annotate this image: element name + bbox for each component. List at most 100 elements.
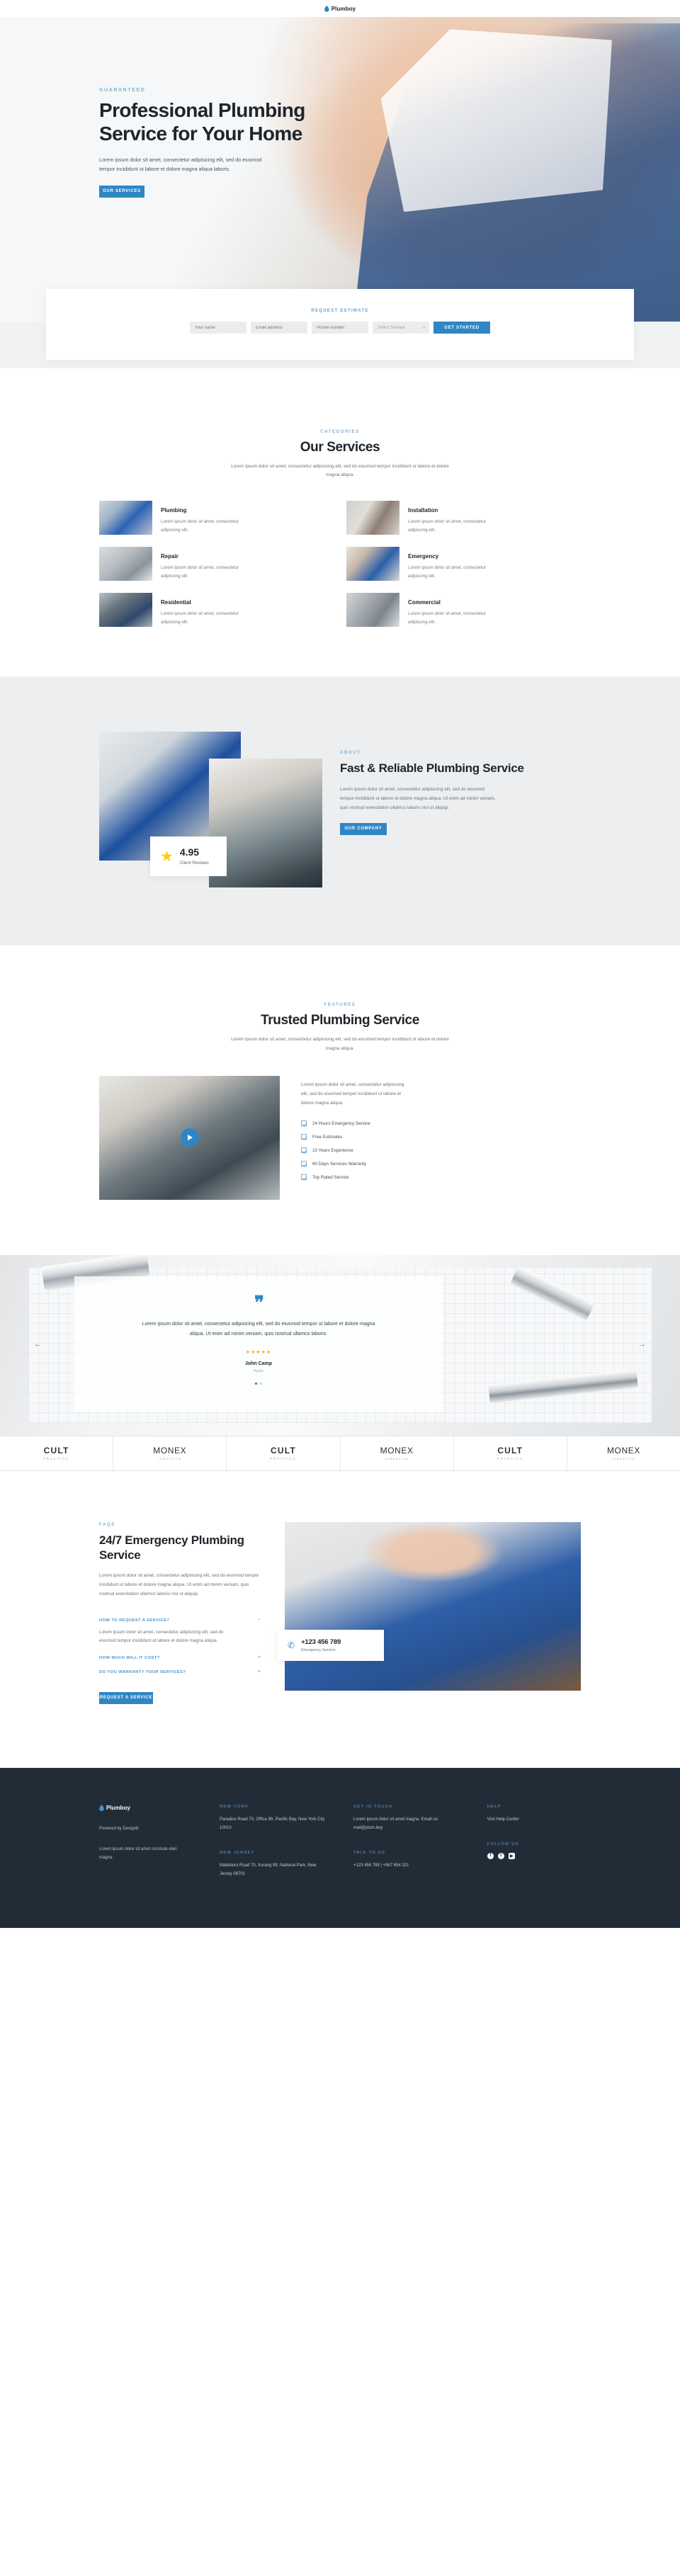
service-title: Residential	[161, 599, 191, 606]
partner-logo-tagline: industria	[611, 1457, 636, 1461]
partner-logo-tagline: industria	[157, 1457, 182, 1461]
carousel-dot[interactable]	[260, 1383, 262, 1385]
youtube-icon[interactable]: ▶	[508, 1852, 515, 1859]
about-media: ★ 4.95 Client Reviews	[99, 732, 322, 888]
hero-cta-button[interactable]: OUR SERVICES	[99, 185, 144, 198]
service-card[interactable]: Installation Lorem ipsum dolor sit amet,…	[346, 501, 581, 535]
partner-logo-name: CULT	[497, 1446, 523, 1456]
about-section: ★ 4.95 Client Reviews ABOUT Fast & Relia…	[0, 676, 680, 946]
email-input[interactable]	[251, 322, 307, 334]
carousel-dot[interactable]	[255, 1383, 257, 1385]
services-title: Our Services	[300, 440, 380, 455]
service-image	[346, 501, 400, 535]
footer-email-text: Lorem ipsum dolor sit amet magna. Email …	[353, 1817, 439, 1830]
faq-eyebrow: FAQS	[99, 1521, 115, 1527]
partner-logo-name: MONEX	[606, 1446, 640, 1456]
service-card[interactable]: Residential Lorem ipsum dolor sit amet, …	[99, 593, 334, 628]
name-input[interactable]	[190, 322, 246, 334]
footer-heading-new-york: NEW YORK	[220, 1804, 249, 1809]
faq-item: DO YOU WARRANTY YOUR SERVICES? +	[99, 1665, 261, 1679]
our-company-button[interactable]: OUR COMPANY	[340, 822, 387, 835]
service-select[interactable]: Select Service ▾	[373, 322, 429, 334]
faq-question-row[interactable]: DO YOU WARRANTY YOUR SERVICES? +	[99, 1669, 261, 1674]
feature-video-thumbnail[interactable]	[99, 1075, 280, 1200]
feature-label: 60 Days Services Warranty	[312, 1161, 367, 1167]
services-section: CATEGORIES Our Services Lorem ipsum dolo…	[0, 368, 680, 677]
testimonial-next-arrow[interactable]: →	[638, 1340, 646, 1349]
play-icon[interactable]	[180, 1128, 199, 1147]
check-icon	[301, 1147, 307, 1154]
footer-contact-column: GET IN TOUCH Lorem ipsum dolor sit amet …	[353, 1805, 487, 1878]
partner-logo: MONEX industria	[341, 1436, 454, 1470]
features-subtitle: Lorem ipsum dolor sit amet, consectetur …	[231, 1037, 449, 1051]
footer-logo[interactable]: Plumboy	[99, 1804, 220, 1811]
service-select-value: Select Service	[378, 325, 405, 330]
service-text: Lorem ipsum dolor sit amet, consectetur …	[408, 565, 487, 579]
features-section: FEATURES Trusted Plumbing Service Lorem …	[0, 946, 680, 1255]
footer-help-link[interactable]: Visit Help Center	[487, 1815, 581, 1824]
twitter-icon[interactable]: t	[497, 1852, 504, 1859]
partner-logo: CULT PRACTICA	[0, 1436, 114, 1470]
testimonial-prev-arrow[interactable]: ←	[34, 1340, 42, 1349]
service-image	[99, 593, 152, 628]
service-title: Installation	[408, 507, 438, 514]
faq-question: DO YOU WARRANTY YOUR SERVICES?	[99, 1669, 186, 1674]
quote-icon: ❞	[254, 1291, 264, 1313]
request-service-button[interactable]: REQUEST A SERVICE	[99, 1691, 153, 1704]
service-title: Emergency	[408, 553, 439, 560]
faq-item: HOW MUCH WILL IT COST? +	[99, 1651, 261, 1665]
phone-label: Emergency Service	[301, 1647, 336, 1652]
emergency-phone-card[interactable]: ✆ +123 456 789 Emergency Service	[278, 1629, 384, 1661]
footer-brand-name: Plumboy	[106, 1804, 130, 1811]
testimonial-section: ← → ❞ Lorem ipsum dolor sit amet, consec…	[0, 1254, 680, 1436]
service-text: Lorem ipsum dolor sit amet, consectetur …	[408, 611, 487, 625]
service-title: Plumbing	[161, 507, 187, 514]
service-card[interactable]: Commercial Lorem ipsum dolor sit amet, c…	[346, 593, 581, 628]
service-image	[99, 547, 152, 581]
rating-label: Client Reviews	[179, 861, 209, 866]
check-icon	[301, 1161, 307, 1167]
estimate-card: REQUEST ESTIMATE Select Service ▾ GET ST…	[46, 289, 634, 360]
chevron-down-icon: ▾	[423, 325, 425, 330]
service-image	[346, 593, 400, 628]
get-started-button[interactable]: GET STARTED	[434, 322, 490, 334]
estimate-label: REQUEST ESTIMATE	[311, 309, 369, 313]
check-icon	[301, 1134, 307, 1140]
feature-label: 24 Hours Emergency Service	[312, 1120, 370, 1126]
phone-input[interactable]	[312, 322, 368, 334]
testimonial-text: Lorem ipsum dolor sit amet, consectetur …	[142, 1322, 375, 1337]
features-header: FEATURES Trusted Plumbing Service Lorem …	[99, 1002, 581, 1052]
faq-question-row[interactable]: HOW TO REQUEST A SERVICE? −	[99, 1618, 261, 1623]
hero-section: GUARANTEED Professional Plumbing Service…	[0, 17, 680, 322]
faq-question: HOW MUCH WILL IT COST?	[99, 1655, 160, 1660]
brand-logo[interactable]: Plumboy	[324, 5, 356, 12]
service-card[interactable]: Plumbing Lorem ipsum dolor sit amet, con…	[99, 501, 334, 535]
footer-heading-new-jersey: NEW JERSEY	[220, 1850, 255, 1855]
service-text: Lorem ipsum dolor sit amet, consectetur …	[161, 519, 239, 533]
feature-label: Free Estimates	[312, 1134, 343, 1140]
water-drop-icon	[99, 1804, 104, 1811]
service-text: Lorem ipsum dolor sit amet, consectetur …	[161, 565, 239, 579]
features-paragraph: Lorem ipsum dolor sit amet, consectetur …	[301, 1082, 404, 1106]
faq-paragraph: Lorem ipsum dolor sit amet, consectetur …	[99, 1573, 259, 1597]
testimonial-stars: ★★★★★	[245, 1350, 272, 1356]
service-card[interactable]: Repair Lorem ipsum dolor sit amet, conse…	[99, 547, 334, 581]
faq-question-row[interactable]: HOW MUCH WILL IT COST? +	[99, 1655, 261, 1660]
hero-eyebrow: GUARANTEED	[99, 88, 146, 93]
facebook-icon[interactable]: f	[487, 1852, 494, 1859]
services-grid: Plumbing Lorem ipsum dolor sit amet, con…	[99, 501, 581, 628]
rating-value: 4.95	[179, 846, 200, 858]
service-card[interactable]: Emergency Lorem ipsum dolor sit amet, co…	[346, 547, 581, 581]
partner-logo-tagline: PRACTICA	[497, 1457, 523, 1461]
footer-address-new-jersey: Malioboro Road 70, Xurang 99, National P…	[220, 1863, 317, 1876]
footer-heading-help: HELP	[487, 1804, 502, 1809]
testimonial-role: Apple	[253, 1369, 264, 1374]
hero-title: Professional Plumbing Service for Your H…	[99, 99, 305, 145]
partner-logo-name: MONEX	[380, 1446, 414, 1456]
footer-about-text: Lorem ipsum dolor sit amet constute elar…	[99, 1846, 177, 1860]
partner-logos-strip: CULT PRACTICA MONEX industria CULT PRACT…	[0, 1435, 680, 1471]
partner-logo-tagline: PRACTICA	[270, 1457, 297, 1461]
faq-section: FAQS 24/7 Emergency Plumbing Service Lor…	[0, 1470, 680, 1768]
check-icon	[301, 1174, 307, 1181]
footer-heading-talk-to-us: TALK TO US	[353, 1850, 386, 1855]
